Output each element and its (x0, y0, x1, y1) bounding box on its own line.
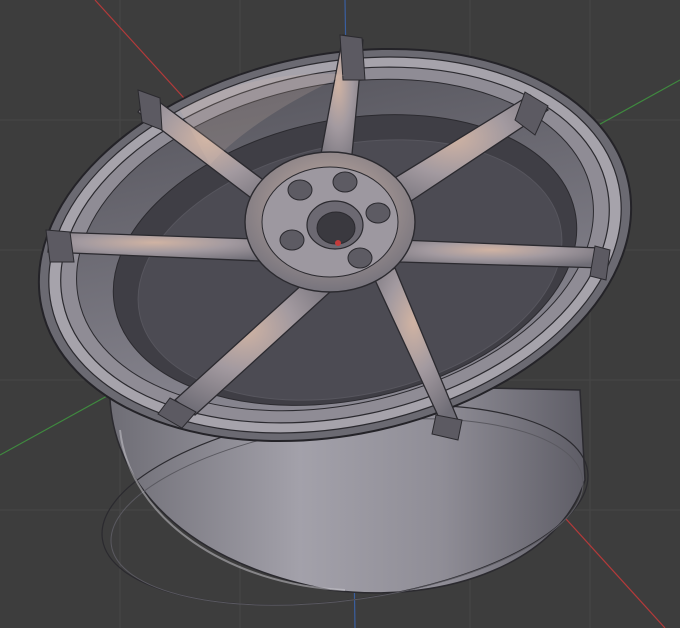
origin-point (335, 240, 341, 246)
center-bore-inner (316, 211, 356, 245)
lug-hole (287, 179, 313, 201)
lug-hole (347, 247, 373, 269)
viewport-canvas[interactable] (0, 0, 680, 628)
lug-hole (332, 171, 358, 193)
lug-hole (279, 229, 305, 251)
wheel-hub[interactable] (244, 151, 416, 293)
lug-hole (365, 202, 391, 224)
3d-viewport[interactable] (0, 0, 680, 628)
